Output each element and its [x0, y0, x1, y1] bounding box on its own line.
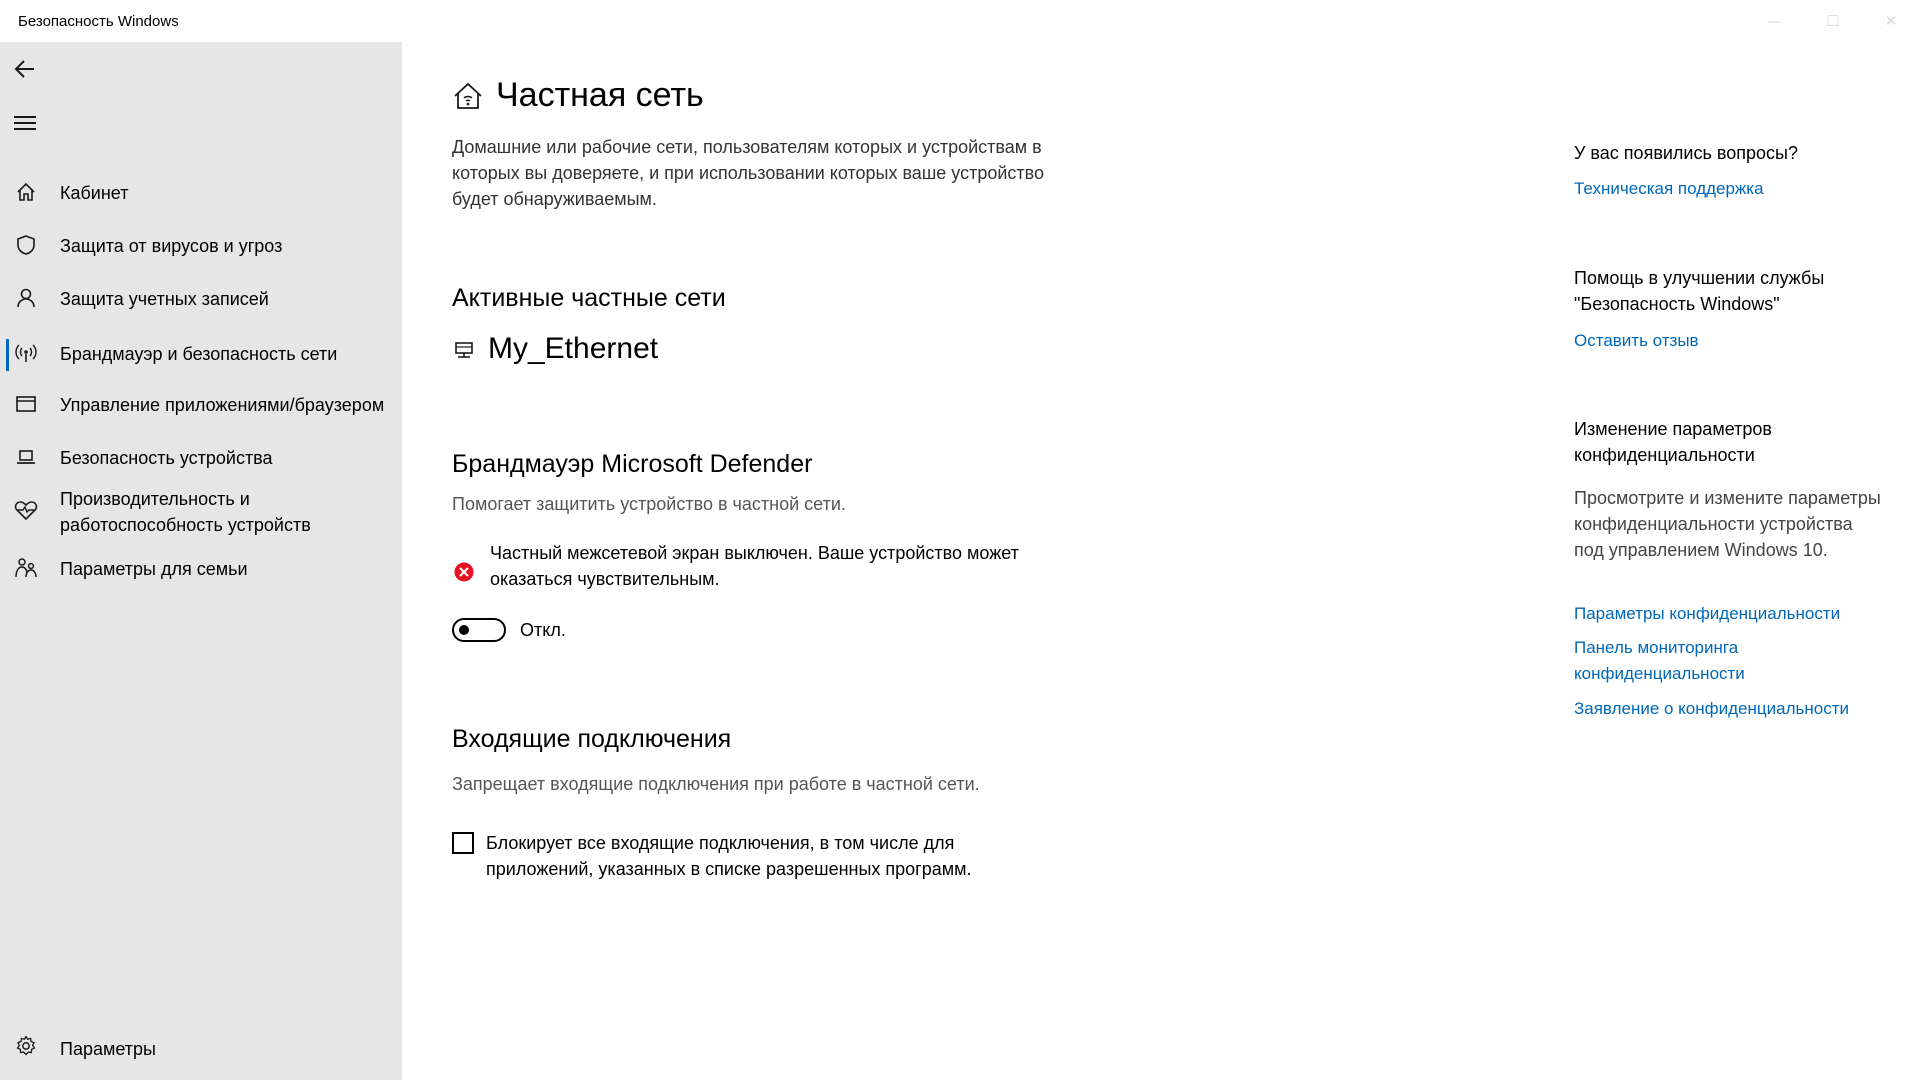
tech-support-link[interactable]: Техническая поддержка — [1574, 176, 1884, 202]
privacy-description: Просмотрите и измените параметры конфиде… — [1574, 488, 1881, 560]
checkbox-label: Блокирует все входящие подключения, в то… — [486, 833, 972, 879]
page-header: Частная сеть — [452, 76, 704, 115]
title-bar: Безопасность Windows — ☐ ✕ — [0, 0, 1920, 42]
sidebar-item-label: Параметры — [60, 1039, 156, 1059]
maximize-button[interactable]: ☐ — [1804, 0, 1862, 42]
shield-icon — [14, 233, 38, 257]
incoming-connections-title: Входящие подключения — [452, 725, 732, 753]
error-icon — [454, 562, 474, 582]
sidebar-item-label: Производительность и работоспособность у… — [60, 489, 311, 535]
sidebar-item-firewall[interactable]: Брандмауэр и безопасность сети — [0, 337, 402, 373]
block-incoming-checkbox[interactable] — [452, 832, 474, 854]
home-icon — [14, 180, 38, 204]
home-wifi-icon — [454, 82, 482, 109]
firewall-toggle-row: Откл. — [452, 618, 566, 642]
privacy-statement-link[interactable]: Заявление о конфиденциальности — [1574, 696, 1884, 722]
sidebar-item-label: Защита учетных записей — [60, 289, 269, 309]
feedback-link[interactable]: Оставить отзыв — [1574, 328, 1884, 354]
hamburger-icon — [14, 116, 36, 118]
sidebar-item-app-browser[interactable]: Управление приложениями/браузером — [0, 390, 402, 422]
sidebar-item-label: Брандмауэр и безопасность сети — [60, 344, 338, 364]
incoming-connections-description: Запрещает входящие подключения при работ… — [452, 774, 980, 794]
family-icon — [14, 556, 38, 580]
sidebar-item-home[interactable]: Кабинет — [0, 178, 402, 210]
gear-icon — [14, 1034, 38, 1058]
active-indicator — [6, 339, 9, 371]
network-name: My_Ethernet — [488, 332, 659, 365]
improve-heading: Помощь в улучшении службы "Безопасность … — [1574, 268, 1825, 314]
privacy-settings-link[interactable]: Параметры конфиденциальности — [1574, 601, 1884, 627]
sidebar-item-label: Параметры для семьи — [60, 559, 248, 579]
sidebar-item-label: Кабинет — [60, 183, 129, 203]
ethernet-icon — [455, 342, 473, 358]
active-networks-title: Активные частные сети — [452, 284, 726, 312]
minimize-button[interactable]: — — [1746, 0, 1804, 42]
window-controls: — ☐ ✕ — [1746, 0, 1920, 42]
privacy-dashboard-link[interactable]: Панель мониторинга конфиденциальности — [1574, 635, 1884, 687]
sidebar-item-virus-protection[interactable]: Защита от вирусов и угроз — [0, 231, 402, 263]
page-title: Частная сеть — [496, 76, 704, 114]
app-window-icon — [14, 392, 38, 416]
active-network: My_Ethernet — [452, 332, 658, 366]
questions-heading: У вас появились вопросы? — [1574, 143, 1798, 163]
menu-button[interactable] — [14, 116, 36, 132]
privacy-heading: Изменение параметров конфиденциальности — [1574, 419, 1772, 465]
sidebar-item-family[interactable]: Параметры для семьи — [0, 554, 402, 586]
sidebar-item-label: Безопасность устройства — [60, 448, 273, 468]
back-arrow-icon — [14, 60, 34, 78]
laptop-icon — [14, 445, 38, 469]
close-button[interactable]: ✕ — [1862, 0, 1920, 42]
back-button[interactable] — [12, 56, 38, 82]
sidebar-item-label: Управление приложениями/браузером — [60, 395, 385, 415]
sidebar-item-label: Защита от вирусов и угроз — [60, 236, 283, 256]
firewall-title: Брандмауэр Microsoft Defender — [452, 450, 813, 478]
toggle-label: Откл. — [520, 619, 566, 640]
window-title: Безопасность Windows — [18, 13, 179, 30]
person-icon — [14, 286, 38, 310]
sidebar-item-account-protection[interactable]: Защита учетных записей — [0, 284, 402, 316]
sidebar: Кабинет Защита от вирусов и угроз Защита… — [0, 42, 402, 1080]
warning-text: Частный межсетевой экран выключен. Ваше … — [490, 543, 1019, 589]
wifi-antenna-icon — [14, 341, 38, 365]
firewall-description: Помогает защитить устройство в частной с… — [452, 494, 846, 514]
sidebar-item-settings[interactable]: Параметры — [0, 1030, 402, 1066]
sidebar-item-device-security[interactable]: Безопасность устройства — [0, 443, 402, 475]
sidebar-item-device-performance[interactable]: Производительность и работоспособность у… — [0, 484, 402, 540]
toggle-knob — [459, 625, 469, 635]
page-description: Домашние или рабочие сети, пользователям… — [452, 137, 1045, 209]
heart-icon — [14, 498, 38, 522]
firewall-toggle[interactable] — [452, 618, 506, 642]
